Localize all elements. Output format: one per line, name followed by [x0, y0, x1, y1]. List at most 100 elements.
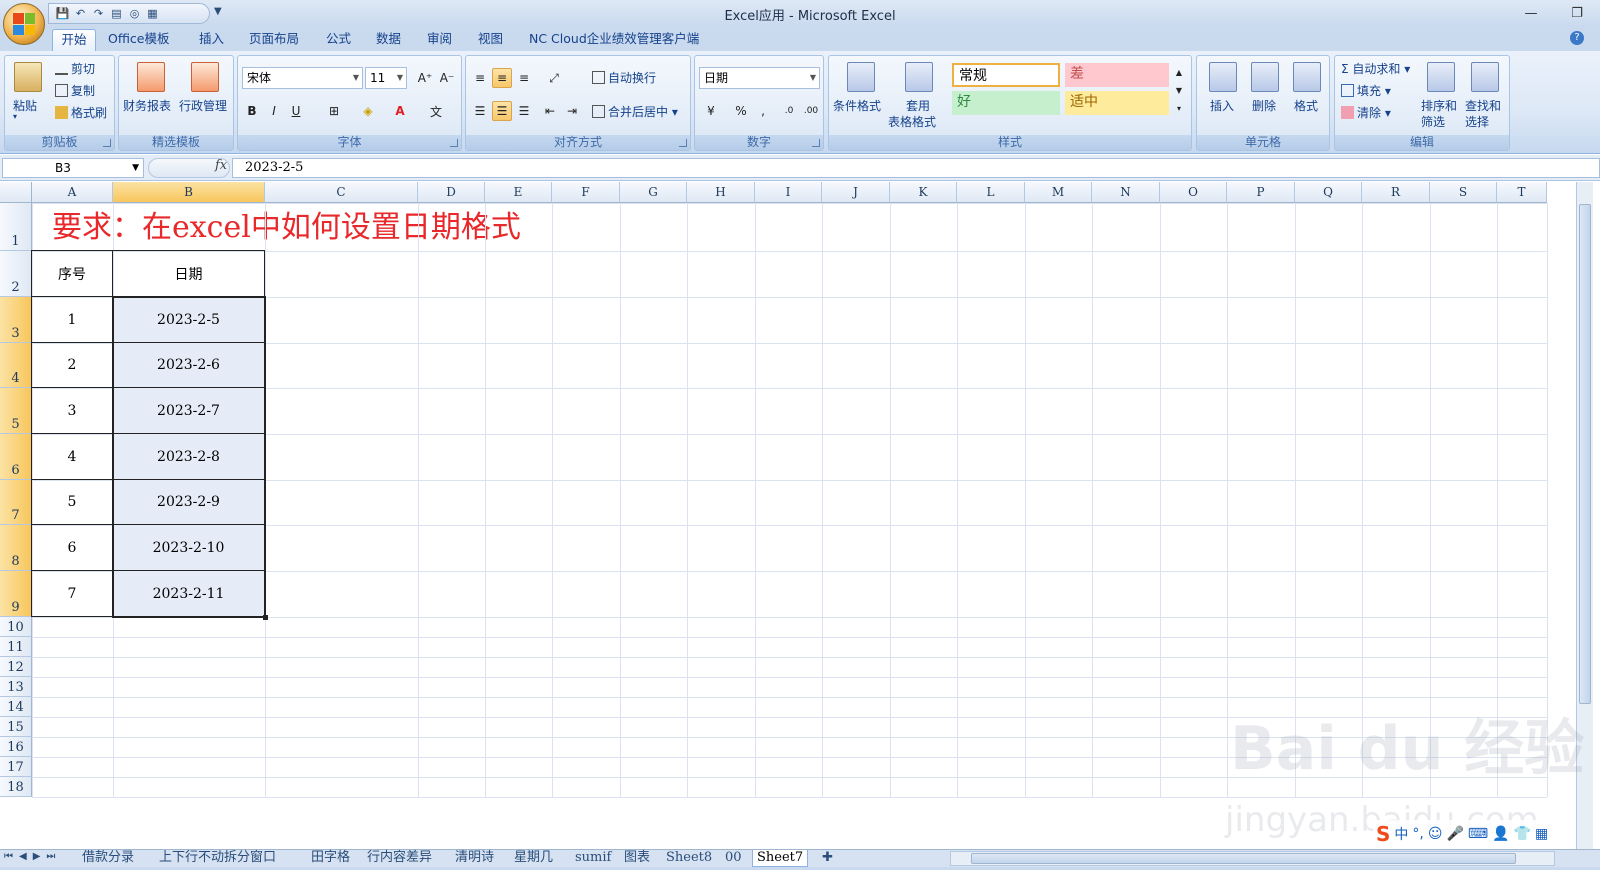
column-header-G[interactable]: G [620, 182, 687, 203]
table-format-icon[interactable] [905, 62, 933, 92]
sheet-tab[interactable]: 星期几 [510, 850, 557, 867]
tab-view[interactable]: 视图 [474, 29, 507, 51]
tab-page-layout[interactable]: 页面布局 [245, 29, 303, 51]
column-header-D[interactable]: D [418, 182, 485, 203]
format-cells-icon[interactable] [1293, 62, 1321, 92]
date-cell[interactable]: 2023-2-8 [112, 433, 265, 480]
conditional-format-icon[interactable] [847, 62, 875, 92]
align-left-icon[interactable]: ☰ [470, 101, 490, 121]
align-middle-icon[interactable]: ≡ [492, 68, 512, 88]
find-select-label-1[interactable]: 查找和 [1465, 97, 1501, 114]
comma-icon[interactable]: , [753, 101, 773, 121]
row-header-11[interactable]: 11 [0, 637, 32, 657]
font-name-select[interactable]: 宋体 ▼ [242, 67, 363, 89]
styles-scroll-down-icon[interactable]: ▼ [1172, 80, 1186, 100]
styles-more-icon[interactable]: ▾ [1172, 98, 1186, 118]
sheet-tab[interactable]: Sheet7 [752, 850, 809, 867]
increase-font-icon[interactable]: A⁺ [415, 68, 435, 88]
row-header-13[interactable]: 13 [0, 677, 32, 697]
increase-indent-icon[interactable]: ⇥ [562, 101, 582, 121]
autosum-button[interactable]: Σ 自动求和 ▾ [1341, 60, 1410, 77]
admin-button[interactable]: 行政管理 [179, 97, 227, 114]
header-date-cell[interactable]: 日期 [112, 250, 265, 297]
row-header-14[interactable]: 14 [0, 697, 32, 717]
phonetic-icon[interactable]: 文 [426, 101, 446, 121]
seq-cell[interactable]: 3 [31, 387, 113, 434]
horizontal-scrollbar[interactable] [950, 851, 1555, 866]
fill-color-icon[interactable]: ◈ [358, 101, 378, 121]
column-header-A[interactable]: A [32, 182, 113, 203]
sheet-nav-arrows[interactable]: ⏮◀▶⏭ [4, 851, 61, 862]
table-format-label-1[interactable]: 套用 [906, 97, 930, 114]
column-header-M[interactable]: M [1025, 182, 1092, 203]
fill-button[interactable]: 填充 ▾ [1341, 82, 1391, 99]
table-format-label-2[interactable]: 表格格式 [888, 113, 936, 130]
row-header-16[interactable]: 16 [0, 737, 32, 757]
sheet-tab[interactable]: 行内容差异 [363, 850, 436, 867]
row-header-8[interactable]: 8 [0, 525, 32, 571]
row-header-5[interactable]: 5 [0, 388, 32, 434]
percent-icon[interactable]: % [731, 101, 751, 121]
cut-button[interactable]: 剪切 [55, 60, 95, 77]
microphone-icon[interactable]: 🎤 [1446, 826, 1463, 842]
wrap-text-button[interactable]: 自动换行 [592, 69, 656, 86]
copy-button[interactable]: 复制 [55, 82, 95, 99]
bold-icon[interactable]: B [242, 101, 262, 121]
sort-filter-label-1[interactable]: 排序和 [1421, 97, 1457, 114]
tab-formulas[interactable]: 公式 [322, 29, 355, 51]
underline-icon[interactable]: U [286, 101, 306, 121]
tab-nc-cloud[interactable]: NC Cloud企业绩效管理客户端 [525, 29, 703, 51]
orientation-icon[interactable]: ⤢ [544, 68, 564, 88]
select-all-button[interactable] [0, 182, 32, 203]
clipboard-launcher-icon[interactable] [103, 139, 111, 147]
column-header-P[interactable]: P [1227, 182, 1295, 203]
sheet-tab[interactable]: 图表 [620, 850, 654, 867]
decrease-decimal-icon[interactable]: .00 [801, 101, 821, 121]
seq-cell[interactable]: 4 [31, 433, 113, 480]
fill-handle[interactable] [263, 615, 268, 620]
sort-filter-label-2[interactable]: 筛选 [1421, 113, 1445, 130]
decrease-indent-icon[interactable]: ⇤ [540, 101, 560, 121]
seq-cell[interactable]: 1 [31, 296, 113, 343]
find-select-icon[interactable] [1471, 62, 1499, 92]
row-header-3[interactable]: 3 [0, 297, 32, 343]
currency-icon[interactable]: ¥ [701, 101, 721, 121]
column-header-N[interactable]: N [1092, 182, 1160, 203]
column-header-C[interactable]: C [265, 182, 418, 203]
seq-cell[interactable]: 5 [31, 479, 113, 525]
formula-input[interactable]: 2023-2-5 [232, 158, 1600, 178]
insert-button[interactable]: 插入 [1210, 97, 1234, 114]
styles-scroll-up-icon[interactable]: ▲ [1172, 62, 1186, 82]
font-size-select[interactable]: 11 ▼ [365, 67, 407, 89]
keyboard-icon[interactable]: ⌨ [1468, 826, 1488, 842]
sheet-tab[interactable]: sumif [571, 850, 615, 867]
sort-filter-icon[interactable] [1427, 62, 1455, 92]
sogou-icon[interactable]: S [1376, 822, 1390, 846]
date-cell[interactable]: 2023-2-7 [112, 387, 265, 434]
insert-cells-icon[interactable] [1209, 62, 1237, 92]
insert-sheet-icon[interactable]: ✚ [818, 850, 837, 867]
restore-button[interactable]: ❐ [1554, 2, 1600, 24]
column-header-S[interactable]: S [1430, 182, 1497, 203]
tab-review[interactable]: 审阅 [423, 29, 456, 51]
sheet-title-cell[interactable]: 要求：在excel中如何设置日期格式 [52, 202, 521, 246]
sheet-tab[interactable]: 00 [721, 850, 746, 867]
sheet-tab[interactable]: 上下行不动拆分窗口 [155, 850, 280, 867]
punctuation-icon[interactable]: °, [1412, 826, 1423, 842]
delete-cells-icon[interactable] [1251, 62, 1279, 92]
grid-icon[interactable]: ▦ [1535, 826, 1548, 842]
column-header-Q[interactable]: Q [1295, 182, 1362, 203]
merge-center-button[interactable]: 合并后居中 ▾ [592, 103, 678, 120]
column-header-I[interactable]: I [755, 182, 822, 203]
column-header-K[interactable]: K [890, 182, 957, 203]
date-cell[interactable]: 2023-2-6 [112, 342, 265, 388]
style-neutral[interactable]: 适中 [1065, 91, 1169, 115]
alignment-launcher-icon[interactable] [679, 139, 687, 147]
name-box[interactable]: B3 ▼ [2, 158, 144, 178]
sheet-tab[interactable]: 借款分录 [78, 850, 138, 867]
column-header-R[interactable]: R [1362, 182, 1430, 203]
row-header-4[interactable]: 4 [0, 343, 32, 388]
align-top-icon[interactable]: ≡ [470, 68, 490, 88]
insert-function-icon[interactable]: fx [215, 158, 227, 173]
row-header-18[interactable]: 18 [0, 777, 32, 797]
